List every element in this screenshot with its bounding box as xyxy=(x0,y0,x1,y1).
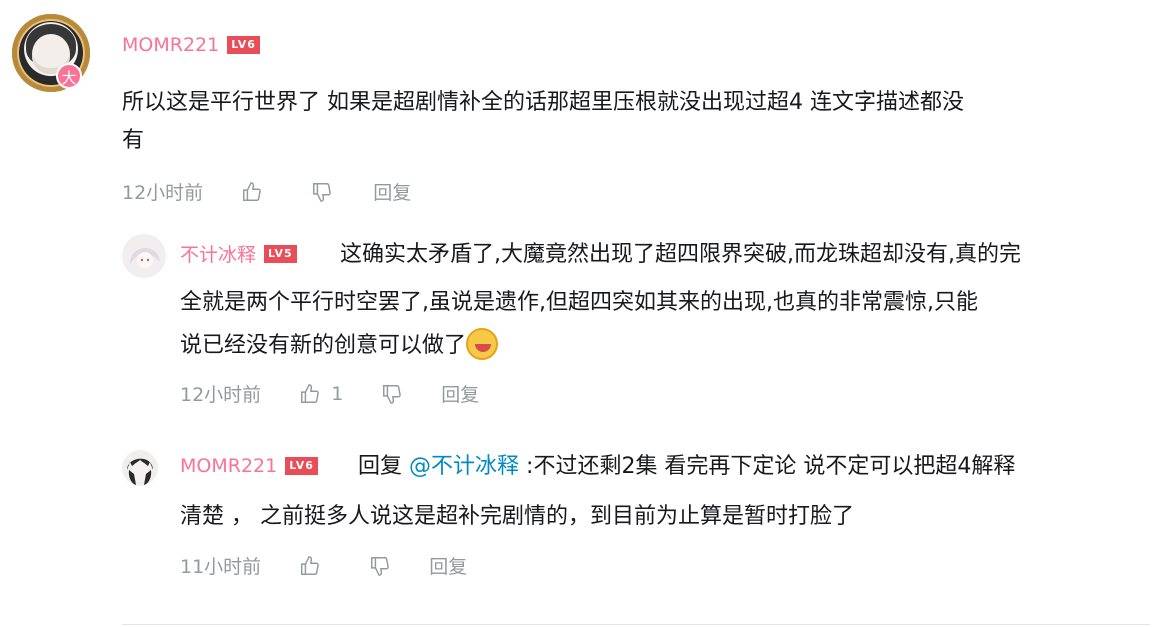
like-icon[interactable] xyxy=(299,555,321,577)
comment-text: 所以这是平行世界了 如果是超剧情补全的话那超里压根就没出现过超4 连文字描述都没… xyxy=(122,90,964,153)
reply-text-line: 全就是两个平行时空罢了,虽说是遗作,但超四突如其来的出现,也真的非常震惊,只能 xyxy=(180,290,978,315)
timestamp: 12小时前 xyxy=(122,182,204,204)
reply-meta: 11小时前 回复 xyxy=(180,552,467,579)
reply-text-first-line: 回复 @不计冰释 :不过还剩2集 看完再下定论 说不定可以把超4解释 xyxy=(358,454,1016,479)
level-badge: LV5 xyxy=(264,244,297,263)
level-badge: LV6 xyxy=(227,36,260,54)
reply-text-first-line: 这确实太矛盾了,大魔竟然出现了超四限界突破,而龙珠超却没有,真的完 xyxy=(340,242,1021,267)
timestamp: 12小时前 xyxy=(180,384,262,406)
dislike-icon[interactable] xyxy=(311,181,333,203)
avatar[interactable] xyxy=(122,234,166,278)
reply-text-line: 说已经没有新的创意可以做了 xyxy=(180,327,1155,365)
reply-text-line: 清楚 ， 之前挺多人说这是超补完剧情的，到目前为止算是暂时打脸了 xyxy=(180,504,854,529)
dislike-icon[interactable] xyxy=(381,383,403,405)
avatar[interactable] xyxy=(122,450,158,486)
vip-badge: 大 xyxy=(56,63,82,89)
username[interactable]: MOMR221 xyxy=(180,455,277,477)
reply-prefix: 回复 xyxy=(358,454,403,479)
reply-header: 不计冰释 LV5 xyxy=(180,240,297,267)
level-badge: LV6 xyxy=(285,457,318,475)
like-icon[interactable] xyxy=(241,181,263,203)
like-count: 1 xyxy=(331,382,344,405)
username[interactable]: 不计冰释 xyxy=(180,240,256,267)
divider xyxy=(122,624,1150,625)
mention-link[interactable]: @不计冰释 xyxy=(409,454,519,479)
comment-meta: 12小时前 回复 xyxy=(122,178,411,205)
reply-button[interactable]: 回复 xyxy=(373,178,411,205)
timestamp: 11小时前 xyxy=(180,556,262,578)
dislike-icon[interactable] xyxy=(369,555,391,577)
laughing-crying-emoji xyxy=(466,328,499,360)
reply-header: MOMR221 LV6 xyxy=(180,455,318,477)
reply-button[interactable]: 回复 xyxy=(429,552,467,579)
username[interactable]: MOMR221 xyxy=(122,34,219,56)
comment-header: MOMR221 LV6 xyxy=(122,34,260,56)
reply-button[interactable]: 回复 xyxy=(441,380,479,407)
reply-meta: 12小时前 1 回复 xyxy=(180,380,479,407)
like-icon[interactable] xyxy=(299,383,321,405)
